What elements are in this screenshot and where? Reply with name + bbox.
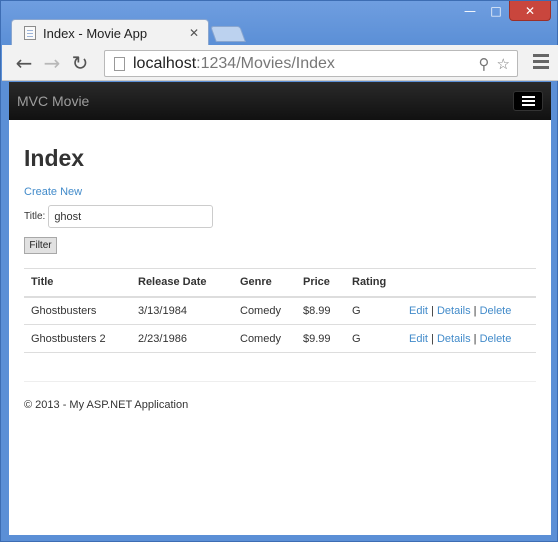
separator: | — [473, 304, 477, 317]
cell-genre: Comedy — [233, 324, 296, 353]
forward-icon[interactable]: → — [38, 49, 66, 77]
url-text[interactable]: localhost:1234/Movies/Index — [133, 55, 479, 73]
table-header-row: Title Release Date Genre Price Rating — [24, 268, 536, 298]
tab-close-icon[interactable]: ✕ — [189, 26, 199, 40]
separator: | — [473, 332, 477, 345]
title-bar: — □ ✕ Index - Movie App ✕ — [1, 1, 557, 46]
maximize-button[interactable]: □ — [483, 1, 509, 21]
filter-form: Title: — [24, 205, 536, 228]
separator: | — [431, 304, 434, 317]
cell-genre: Comedy — [233, 296, 296, 325]
reload-icon[interactable]: ↻ — [66, 49, 94, 77]
column-header-title: Title — [24, 268, 131, 298]
title-filter-input[interactable] — [48, 205, 214, 228]
cell-actions: Edit | Details | Delete — [402, 296, 536, 325]
back-icon[interactable]: ← — [10, 49, 38, 77]
new-tab-button[interactable] — [210, 26, 246, 42]
page-viewport: MVC Movie Index Create New Title: Filter… — [9, 82, 551, 535]
search-icon[interactable]: ⚲ — [479, 55, 490, 73]
address-bar[interactable]: localhost:1234/Movies/Index ⚲ ☆ — [104, 50, 518, 77]
column-header-genre: Genre — [233, 268, 296, 298]
movies-table: Title Release Date Genre Price Rating Gh… — [24, 268, 536, 353]
url-path: :1234/Movies/Index — [196, 54, 335, 72]
browser-window: — □ ✕ Index - Movie App ✕ ← → ↻ localhos… — [0, 0, 558, 542]
delete-link[interactable]: Delete — [480, 333, 512, 345]
cell-title: Ghostbusters 2 — [24, 324, 131, 353]
cell-price: $9.99 — [296, 324, 345, 353]
page-icon — [24, 26, 36, 40]
main-content: Index Create New Title: Filter Title Rel… — [24, 120, 536, 411]
column-header-release-date: Release Date — [131, 268, 233, 298]
cell-title: Ghostbusters — [24, 296, 131, 325]
cell-release-date: 2/23/1986 — [131, 324, 233, 353]
navbar-toggle-button[interactable] — [513, 91, 543, 111]
cell-rating: G — [345, 324, 402, 353]
create-new-link[interactable]: Create New — [24, 186, 82, 198]
edit-link[interactable]: Edit — [409, 305, 428, 317]
footer-copyright: © 2013 - My ASP.NET Application — [24, 399, 189, 411]
minimize-button[interactable]: — — [457, 1, 483, 21]
column-header-price: Price — [296, 268, 345, 298]
column-header-rating: Rating — [345, 268, 402, 298]
edit-link[interactable]: Edit — [409, 333, 428, 345]
window-controls: — □ ✕ — [457, 1, 551, 21]
details-link[interactable]: Details — [437, 305, 471, 317]
tab-title: Index - Movie App — [43, 25, 148, 41]
page-icon — [114, 56, 125, 71]
footer-divider — [24, 381, 536, 382]
browser-toolbar: ← → ↻ localhost:1234/Movies/Index ⚲ ☆ — [2, 45, 558, 81]
menu-icon[interactable] — [533, 54, 549, 70]
table-row: Ghostbusters 3/13/1984 Comedy $8.99 G Ed… — [24, 296, 536, 325]
cell-actions: Edit | Details | Delete — [402, 324, 536, 353]
cell-release-date: 3/13/1984 — [131, 296, 233, 325]
details-link[interactable]: Details — [437, 333, 471, 345]
url-host: localhost — [133, 54, 197, 72]
separator: | — [431, 332, 434, 345]
navbar-brand[interactable]: MVC Movie — [17, 93, 89, 109]
star-icon[interactable]: ☆ — [497, 55, 510, 73]
page-title: Index — [24, 145, 85, 171]
browser-tab-active[interactable]: Index - Movie App ✕ — [11, 19, 209, 46]
table-row: Ghostbusters 2 2/23/1986 Comedy $9.99 G … — [24, 324, 536, 353]
cell-price: $8.99 — [296, 296, 345, 325]
cell-rating: G — [345, 296, 402, 325]
title-filter-label: Title: — [24, 211, 46, 222]
site-navbar: MVC Movie — [9, 82, 551, 120]
filter-button[interactable]: Filter — [24, 237, 57, 254]
column-header-actions — [402, 268, 536, 298]
close-button[interactable]: ✕ — [509, 1, 551, 21]
delete-link[interactable]: Delete — [480, 305, 512, 317]
